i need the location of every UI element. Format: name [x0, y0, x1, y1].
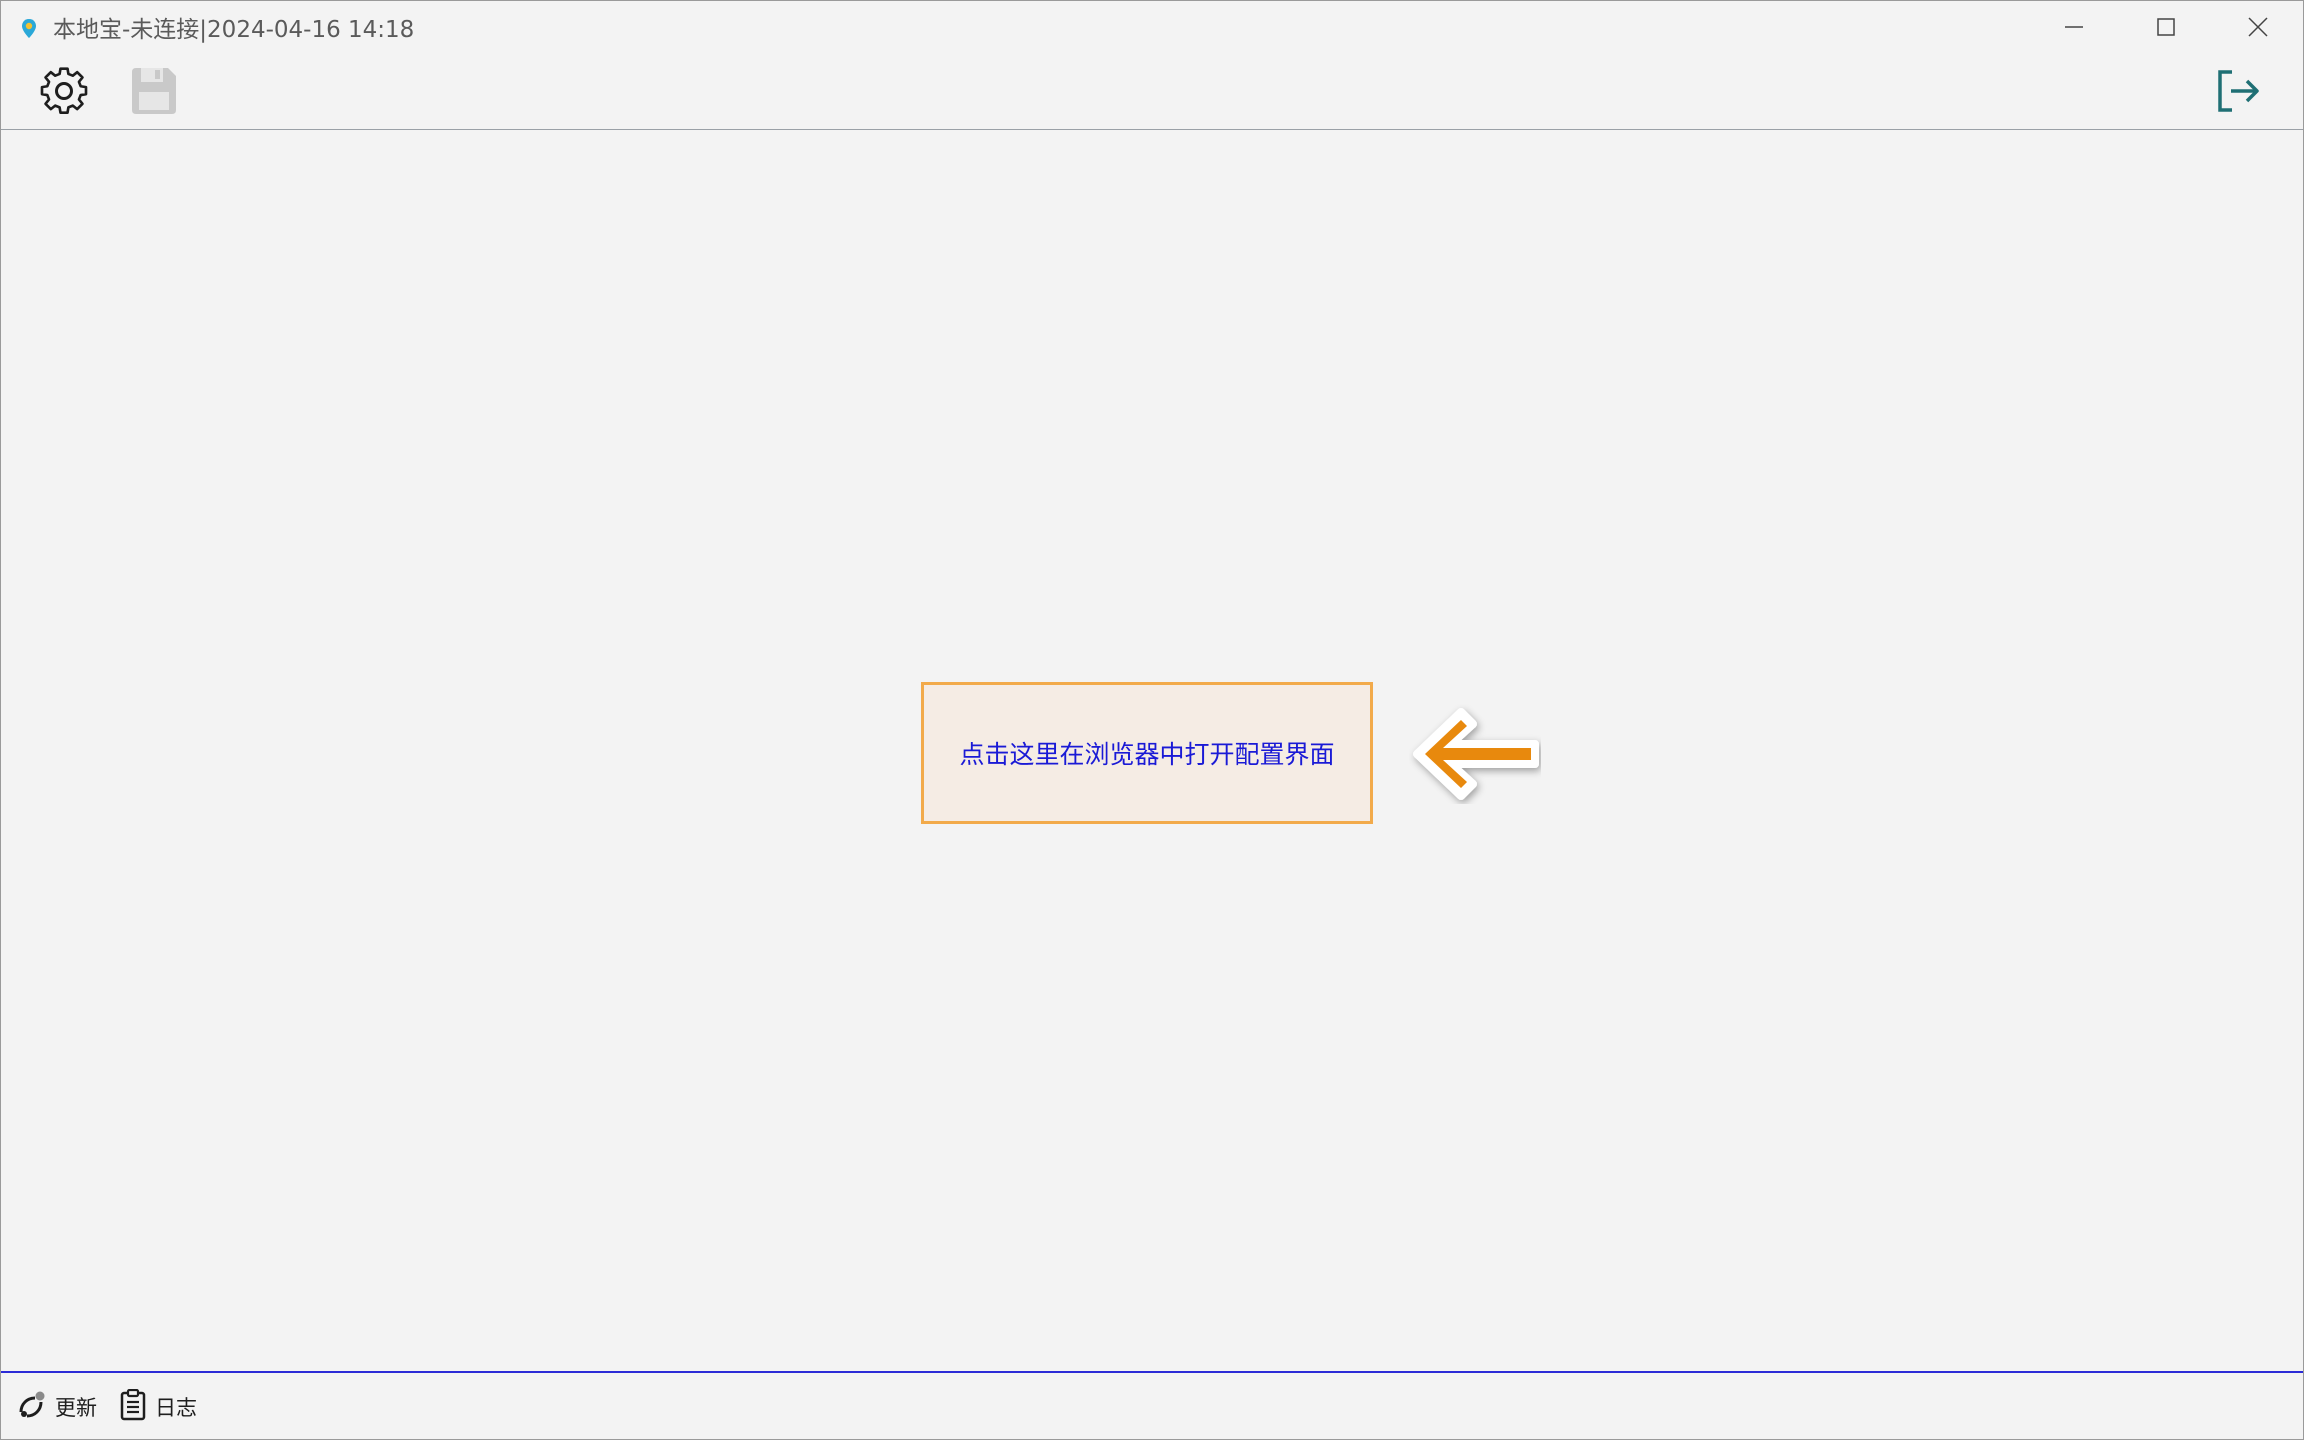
close-icon	[2247, 16, 2269, 42]
log-button[interactable]: 日志	[119, 1388, 197, 1425]
arrow-left-icon	[1409, 704, 1541, 804]
exit-button[interactable]	[2207, 63, 2271, 123]
minimize-icon	[2064, 17, 2084, 41]
toolbar	[1, 57, 2303, 130]
clipboard-icon	[119, 1388, 147, 1425]
update-label: 更新	[55, 1396, 97, 1420]
main-content: 点击这里在浏览器中打开配置界面	[1, 130, 2303, 1371]
settings-button[interactable]	[32, 63, 96, 123]
update-button[interactable]: 更新	[17, 1389, 97, 1425]
maximize-icon	[2156, 17, 2176, 41]
location-pin-icon	[19, 17, 39, 41]
title-bar[interactable]: 本地宝-未连接|2024-04-16 14:18	[1, 1, 2303, 57]
gear-icon	[38, 65, 90, 121]
floppy-disk-icon	[128, 66, 178, 120]
save-button[interactable]	[121, 63, 185, 123]
status-bar: 更新 日志	[1, 1371, 2303, 1439]
logout-icon	[2216, 68, 2262, 118]
maximize-button[interactable]	[2121, 1, 2211, 57]
open-config-in-browser-button[interactable]: 点击这里在浏览器中打开配置界面	[921, 682, 1373, 824]
open-config-label: 点击这里在浏览器中打开配置界面	[959, 740, 1335, 769]
minimize-button[interactable]	[2029, 1, 2119, 57]
window-title: 本地宝-未连接|2024-04-16 14:18	[53, 17, 415, 43]
app-window: 本地宝-未连接|2024-04-16 14:18 点击这里在浏览器中打开配置界面…	[0, 0, 2304, 1440]
log-label: 日志	[155, 1396, 197, 1420]
update-icon	[17, 1390, 47, 1424]
close-button[interactable]	[2213, 1, 2303, 57]
